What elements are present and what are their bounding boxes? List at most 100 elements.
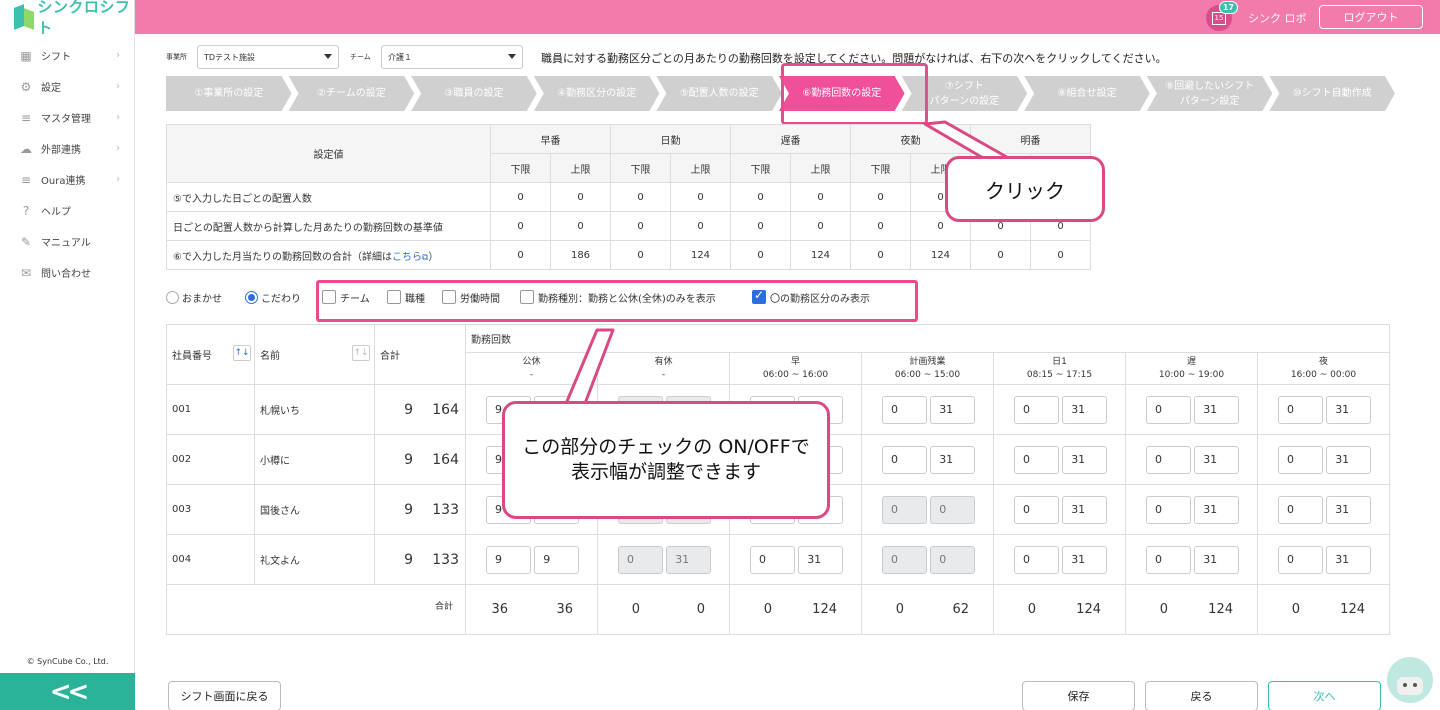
shift-total-min: 0 (1291, 602, 1300, 617)
shift-time: 10:00 ~ 19:00 (1158, 369, 1225, 380)
max-count-input[interactable]: 31 (930, 395, 976, 424)
total-max: 164 (432, 401, 459, 418)
summary-value: 0 (610, 240, 671, 270)
min-count-input[interactable]: 0 (1146, 495, 1191, 524)
group-header: 日勤 (610, 124, 731, 154)
sidebar-item-5[interactable]: ? ヘルプ (0, 195, 134, 226)
collapse-sidebar-button[interactable]: << (0, 673, 135, 710)
min-count-input[interactable]: 0 (1014, 395, 1059, 424)
min-count-input[interactable]: 9 (486, 545, 531, 574)
radio-custom[interactable]: こだわり (245, 288, 301, 306)
min-count-input[interactable]: 0 (1278, 395, 1323, 424)
col-name-header: 名前 ↑↓ (254, 324, 375, 385)
max-count-input[interactable]: 31 (1062, 445, 1108, 474)
copyright: © SynCube Co., Ltd. (26, 657, 109, 666)
min-count-input[interactable]: 0 (1278, 545, 1323, 574)
max-count-input[interactable]: 31 (1194, 445, 1240, 474)
shift-header: 計画残業 06:00 ~ 15:00 (861, 352, 994, 385)
min-count-input: 0 (882, 495, 927, 524)
sort-id-button[interactable]: ↑↓ (233, 345, 251, 361)
max-count-input[interactable]: 31 (1062, 545, 1108, 574)
step-label: ⑦シフト (944, 80, 984, 92)
wizard-step-9[interactable]: ⑨回避したいシフト パターン設定 (1147, 76, 1273, 111)
back-button[interactable]: 戻る (1145, 681, 1258, 710)
sidebar-item-3[interactable]: ☁ 外部連携 › (0, 133, 134, 164)
max-count-input[interactable]: 31 (1326, 395, 1372, 424)
sidebar-item-6[interactable]: ✎ マニュアル (0, 226, 134, 257)
back-to-shift-button[interactable]: シフト画面に戻る (168, 681, 281, 710)
details-link[interactable]: こちら (392, 252, 422, 263)
wizard-step-4[interactable]: ④勤務区分の設定 (534, 76, 660, 111)
max-count-input[interactable]: 31 (798, 545, 844, 574)
wizard-step-3[interactable]: ③職員の設定 (411, 76, 537, 111)
logout-button[interactable]: ログアウト (1319, 5, 1423, 29)
max-count-input[interactable]: 9 (534, 545, 580, 574)
summary-value: 0 (850, 211, 911, 241)
radio-auto[interactable]: おまかせ (166, 288, 222, 306)
max-count-input[interactable]: 31 (1062, 395, 1108, 424)
shift-total-min: 36 (491, 602, 508, 617)
next-button[interactable]: 次へ (1268, 681, 1381, 710)
chevron-right-icon: › (116, 50, 120, 61)
shift-header: 遅 10:00 ~ 19:00 (1125, 352, 1258, 385)
shift-total-max: 62 (952, 602, 969, 617)
database-icon: ≡ (20, 172, 32, 187)
assistant-robot-icon[interactable] (1387, 657, 1433, 703)
shift-count-cell: 0 31 (1125, 484, 1258, 535)
min-count-input[interactable]: 0 (1146, 545, 1191, 574)
step-highlight-frame (781, 63, 928, 125)
sidebar-item-label: 設定 (41, 83, 61, 94)
wizard-step-10[interactable]: ⑩シフト自動作成 (1269, 76, 1395, 111)
min-count-input[interactable]: 0 (1014, 445, 1059, 474)
wizard-step-8[interactable]: ⑧組合せ設定 (1024, 76, 1150, 111)
min-count-input[interactable]: 0 (1014, 545, 1059, 574)
summary-value: 0 (730, 182, 791, 212)
office-select[interactable]: TDテスト施設 (197, 45, 339, 69)
shift-time: - (661, 369, 666, 380)
team-select[interactable]: 介護１ (381, 45, 523, 69)
sidebar-item-7[interactable]: ✉ 問い合わせ (0, 257, 134, 288)
sidebar-item-0[interactable]: ▦ シフト › (0, 40, 134, 71)
radio-auto-control[interactable] (166, 290, 179, 304)
min-count-input[interactable]: 0 (1146, 445, 1191, 474)
sidebar-item-2[interactable]: ≡ マスタ管理 › (0, 102, 134, 133)
max-count-input[interactable]: 31 (1194, 395, 1240, 424)
save-button[interactable]: 保存 (1022, 681, 1135, 710)
max-count-input[interactable]: 31 (1326, 495, 1372, 524)
min-count-input[interactable]: 0 (882, 445, 927, 474)
step-label: ②チームの設定 (317, 88, 386, 99)
max-count-input[interactable]: 31 (930, 445, 976, 474)
min-count-input[interactable]: 0 (882, 395, 927, 424)
min-count-input[interactable]: 0 (1278, 445, 1323, 474)
radio-custom-control[interactable] (245, 290, 258, 304)
employee-total: 9 133 (374, 484, 466, 535)
shift-total-cell: 36 36 (465, 584, 598, 635)
wizard-step-5[interactable]: ⑤配置人数の設定 (656, 76, 782, 111)
min-count-input[interactable]: 0 (1014, 495, 1059, 524)
wizard-step-2[interactable]: ②チームの設定 (289, 76, 415, 111)
sort-name-button[interactable]: ↑↓ (352, 345, 370, 361)
min-count-input[interactable]: 0 (1146, 395, 1191, 424)
calendar-notification-button[interactable]: 15 17 (1206, 1, 1238, 31)
summary-row-label: 日ごとの配置人数から計算した月あたりの勤務回数の基準値 (166, 211, 491, 241)
shift-count-cell: 0 31 (1125, 434, 1258, 485)
shift-header: 公休 - (465, 352, 598, 385)
sidebar-item-1[interactable]: ⚙ 設定 › (0, 71, 134, 102)
app-logo[interactable]: シンクロシフト (0, 0, 134, 37)
cloud-icon: ☁ (20, 141, 32, 156)
bound-header-upper: 上限 (550, 153, 611, 183)
max-count-input[interactable]: 31 (1062, 495, 1108, 524)
max-count-input[interactable]: 31 (1194, 495, 1240, 524)
min-count-input[interactable]: 0 (750, 545, 795, 574)
bound-header-upper: 上限 (790, 153, 851, 183)
max-count-input[interactable]: 31 (1326, 445, 1372, 474)
step-label: ⑩シフト自動作成 (1292, 88, 1372, 99)
max-count-input: 0 (930, 495, 976, 524)
sidebar-item-4[interactable]: ≡ Oura連携 › (0, 164, 134, 195)
chevron-right-icon: › (116, 143, 120, 154)
max-count-input[interactable]: 31 (1326, 545, 1372, 574)
wizard-step-1[interactable]: ①事業所の設定 (166, 76, 292, 111)
logo-mark-icon (12, 4, 34, 30)
min-count-input[interactable]: 0 (1278, 495, 1323, 524)
max-count-input[interactable]: 31 (1194, 545, 1240, 574)
